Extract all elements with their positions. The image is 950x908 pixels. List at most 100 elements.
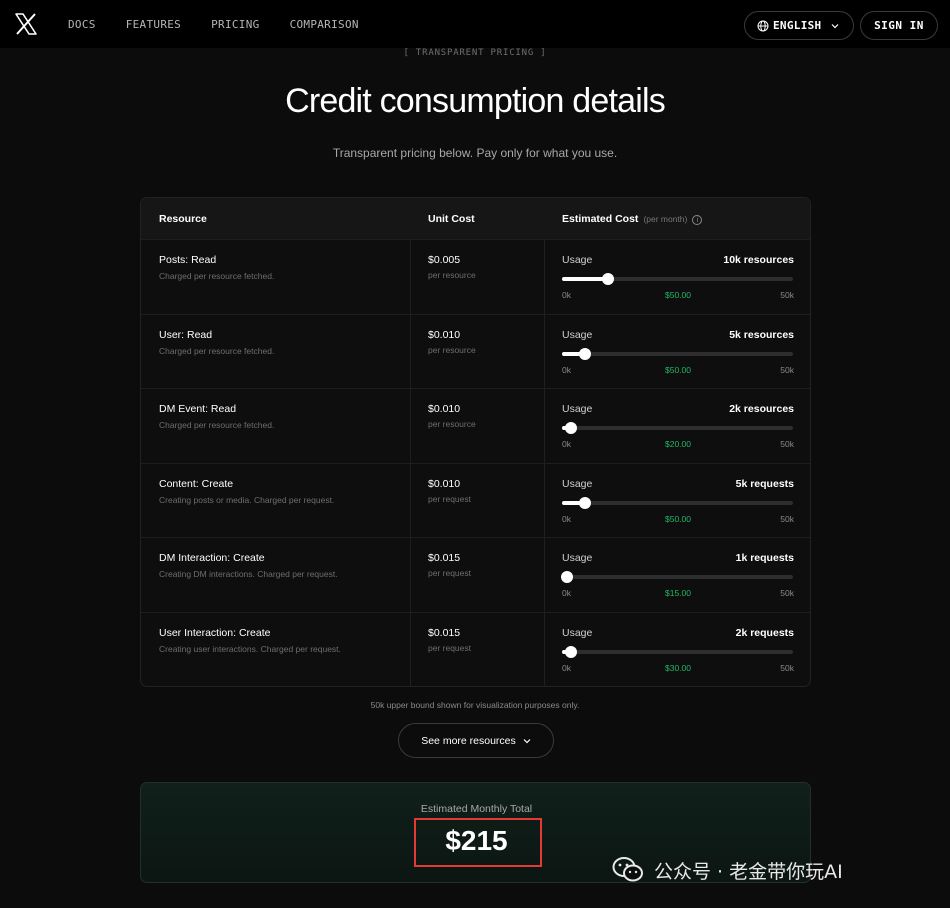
unit-cost-value: $0.015 <box>428 626 461 639</box>
slider-max-label: 50k <box>780 662 794 673</box>
unit-cost-unit: per resource <box>428 344 476 355</box>
sign-in-label: SIGN IN <box>874 19 924 32</box>
footnote: 50k upper bound shown for visualization … <box>370 700 580 710</box>
slider-max-label: 50k <box>780 588 794 598</box>
slider-min-label: 0k <box>562 290 571 300</box>
estimated-cost-value: $50.00 <box>665 364 691 375</box>
page-subtitle: Transparent pricing below. Pay only for … <box>332 146 618 160</box>
usage-label: Usage <box>562 477 593 490</box>
slider-min-label: 0k <box>562 588 571 598</box>
unit-cost-value: $0.010 <box>428 477 461 490</box>
unit-cost-value: $0.015 <box>428 552 461 564</box>
slider-thumb[interactable] <box>565 645 578 658</box>
slider-max-label: 50k <box>780 290 794 300</box>
watermark: 公众号 · 老金带你玩AI <box>612 856 843 884</box>
nav-link-comparison[interactable]: COMPARISON <box>290 18 359 31</box>
estimated-cost-value: $50.00 <box>665 290 691 300</box>
watermark-text: 公众号 · 老金带你玩AI <box>654 860 843 883</box>
slider-max-label: 50k <box>780 513 794 524</box>
slider-thumb[interactable] <box>579 496 592 509</box>
header-unit-cost: Unit Cost <box>428 213 475 225</box>
estimated-cost-value: $20.00 <box>665 439 691 449</box>
column-divider <box>410 314 411 388</box>
column-divider <box>544 314 545 388</box>
see-more-label: See more resources <box>421 734 516 747</box>
unit-cost-value: $0.010 <box>428 328 461 341</box>
estimated-cost-value: $15.00 <box>665 588 691 598</box>
usage-slider[interactable] <box>562 496 793 509</box>
usage-slider[interactable] <box>560 571 793 583</box>
resource-name: DM Event: Read <box>159 403 237 415</box>
resource-description: Charged per resource fetched. <box>159 271 275 281</box>
estimated-cost-value: $50.00 <box>665 513 691 524</box>
usage-slider[interactable] <box>562 273 793 285</box>
slider-thumb[interactable] <box>602 273 615 285</box>
slider-min-label: 0k <box>562 513 571 524</box>
column-divider <box>410 538 411 612</box>
unit-cost-unit: per resource <box>428 270 476 280</box>
usage-slider[interactable] <box>562 645 793 658</box>
usage-amount: 1k requests <box>735 552 794 564</box>
unit-cost-value: $0.005 <box>428 254 461 266</box>
see-more-resources-button[interactable]: See more resources <box>398 723 554 758</box>
language-selector[interactable]: ENGLISH <box>744 11 854 40</box>
header-estimated-cost-label: Estimated Cost <box>562 213 639 225</box>
resource-description: Creating user interactions. Charged per … <box>159 643 341 654</box>
header-resource: Resource <box>159 213 207 225</box>
table-row: User Interaction: Create Creating user in… <box>141 611 810 686</box>
unit-cost-unit: per resource <box>428 419 476 429</box>
slider-min-label: 0k <box>562 439 571 449</box>
usage-slider[interactable] <box>562 422 793 434</box>
slider-thumb[interactable] <box>579 347 592 360</box>
column-divider <box>544 463 545 537</box>
table-row: Posts: Read Charged per resource fetched.… <box>141 239 810 314</box>
unit-cost-value: $0.010 <box>428 403 461 415</box>
usage-amount: 2k requests <box>735 626 794 639</box>
info-icon[interactable]: i <box>692 215 703 225</box>
table-row: Content: Create Creating posts or media. … <box>141 462 810 537</box>
pricing-table: Resource Unit Cost Estimated Cost (per mo… <box>140 197 811 687</box>
column-divider <box>410 463 411 537</box>
table-header: Resource Unit Cost Estimated Cost (per mo… <box>141 198 810 239</box>
nav-link-features[interactable]: FEATURES <box>126 18 181 31</box>
column-divider <box>410 240 411 314</box>
unit-cost-unit: per request <box>428 568 471 578</box>
page-title: Credit consumption details <box>285 82 666 120</box>
slider-thumb[interactable] <box>560 571 573 583</box>
unit-cost-unit: per request <box>428 642 471 653</box>
slider-max-label: 50k <box>780 439 794 449</box>
usage-amount: 5k requests <box>735 477 794 490</box>
chevron-down-icon <box>832 23 839 28</box>
nav-link-docs[interactable]: DOCS <box>68 18 96 31</box>
slider-min-label: 0k <box>562 662 571 673</box>
resource-description: Creating DM interactions. Charged per re… <box>159 569 338 579</box>
table-row: User: Read Charged per resource fetched. $… <box>141 313 810 388</box>
highlight-box <box>414 818 542 867</box>
column-divider <box>544 612 545 686</box>
resource-description: Charged per resource fetched. <box>159 420 275 430</box>
usage-slider[interactable] <box>562 347 793 360</box>
total-label: Estimated Monthly Total <box>420 803 533 815</box>
column-divider <box>410 612 411 686</box>
column-divider <box>544 389 545 463</box>
x-logo-icon[interactable] <box>14 13 38 35</box>
resource-description: Creating posts or media. Charged per req… <box>159 494 335 505</box>
usage-label: Usage <box>562 328 593 341</box>
unit-cost-unit: per request <box>428 493 471 504</box>
eyebrow-label: [ TRANSPARENT PRICING ] <box>403 48 547 58</box>
usage-label: Usage <box>562 254 593 266</box>
usage-amount: 10k resources <box>723 254 794 266</box>
header-estimated-cost: Estimated Cost (per month) i <box>562 213 703 225</box>
top-nav: DOCS FEATURES PRICING COMPARISON ENGLISH… <box>0 0 950 48</box>
table-row: DM Event: Read Charged per resource fetch… <box>141 388 810 463</box>
resource-name: Content: Create <box>159 477 234 490</box>
sign-in-button[interactable]: SIGN IN <box>860 11 938 40</box>
resource-name: Posts: Read <box>159 254 217 266</box>
slider-thumb[interactable] <box>565 422 578 434</box>
nav-link-pricing[interactable]: PRICING <box>211 18 259 31</box>
usage-amount: 2k resources <box>729 403 794 415</box>
table-row: DM Interaction: Create Creating DM intera… <box>141 537 810 612</box>
header-per-month: (per month) <box>643 214 688 224</box>
usage-label: Usage <box>562 552 593 564</box>
slider-max-label: 50k <box>780 364 794 375</box>
